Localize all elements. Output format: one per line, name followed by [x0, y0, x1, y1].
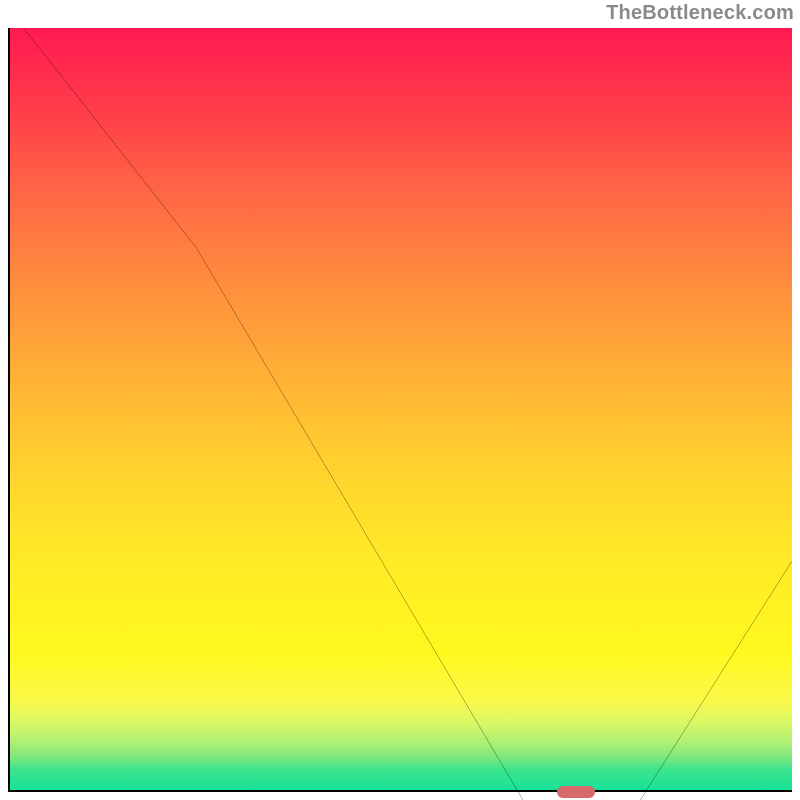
bottleneck-marker	[557, 786, 595, 798]
y-axis	[8, 28, 10, 792]
chart-container: TheBottleneck.com	[0, 0, 800, 800]
axes	[8, 28, 792, 792]
chart-plot-area	[8, 28, 792, 792]
watermark-text: TheBottleneck.com	[606, 2, 794, 25]
x-axis	[8, 790, 792, 792]
